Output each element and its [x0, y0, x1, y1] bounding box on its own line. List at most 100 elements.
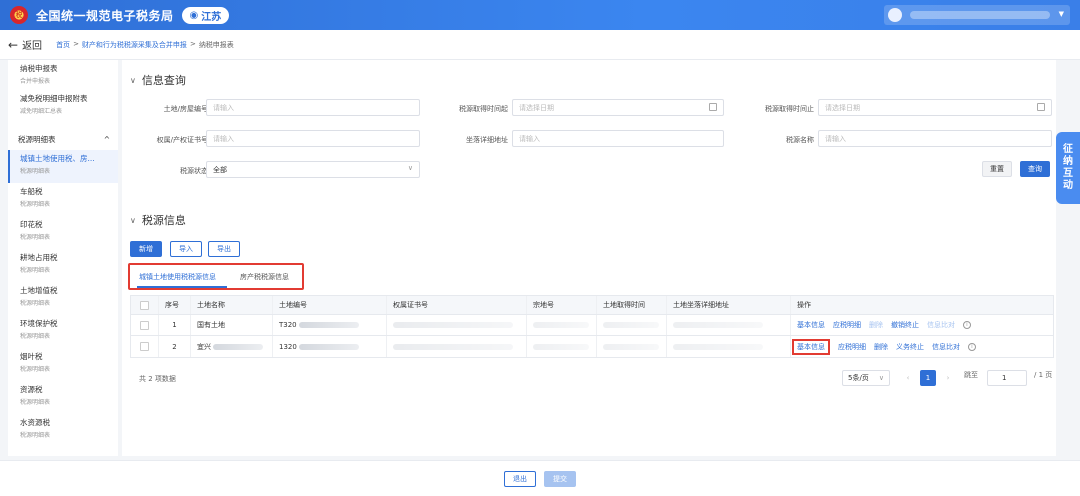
footer-bar: 退出 提交	[0, 460, 1080, 496]
sidebar-item-sub: 税源明细表	[20, 366, 51, 373]
breadcrumb-home[interactable]: 首页	[56, 40, 70, 50]
back-label: 返回	[22, 41, 43, 52]
acquire-start-label: 税源取得时间起	[459, 105, 508, 113]
info-compare-link[interactable]: 信息比对	[927, 320, 955, 330]
reset-button[interactable]: 重置	[982, 161, 1012, 177]
query-section-title[interactable]: ∨ 信息查询	[130, 72, 186, 88]
info-icon[interactable]: i	[968, 342, 976, 351]
col-address: 土地坐落详细地址	[667, 296, 791, 314]
cell-land-code: 1320	[273, 336, 387, 357]
import-button[interactable]: 导入	[170, 241, 202, 257]
sidebar-item-farmland-tax[interactable]: 耕地占用税 税源明细表	[8, 249, 118, 282]
cell-no: 1	[159, 315, 191, 335]
total-count: 共 2 项数据	[139, 375, 176, 383]
cert-no-label: 权属/产权证书号	[156, 136, 208, 144]
select-all-checkbox[interactable]	[140, 300, 149, 310]
cell-acquire-time	[597, 315, 667, 335]
export-button[interactable]: 导出	[208, 241, 240, 257]
basic-info-link[interactable]: 基本信息	[792, 338, 830, 355]
redacted-value	[673, 322, 763, 328]
source-name-input[interactable]: 请输入	[818, 130, 1052, 147]
chevron-down-icon: ∨	[130, 75, 136, 85]
obligation-termination-link[interactable]: 义务终止	[896, 342, 924, 352]
emblem-text: 税	[15, 11, 23, 19]
sidebar-item-water-tax[interactable]: 水资源税 税源明细表	[8, 414, 118, 447]
row-checkbox[interactable]	[140, 320, 149, 330]
sidebar-item-resource-tax[interactable]: 资源税 税源明细表	[8, 381, 118, 414]
chevron-down-icon: ∨	[878, 374, 884, 382]
sidebar-item-sub: 税源明细表	[20, 399, 51, 406]
cell-parcel-no	[527, 315, 597, 335]
delete-link[interactable]: 删除	[874, 342, 888, 352]
redacted-value	[213, 343, 263, 350]
tab-property-tax-source[interactable]: 房产税税源信息	[240, 272, 289, 282]
interaction-float-tab[interactable]: 征 纳 互 动	[1056, 132, 1080, 204]
land-name-text: 宜兴	[197, 342, 211, 351]
breadcrumb-bar: ← 返回 首页 > 财产和行为税税源采集及合并申报 > 纳税申报表	[0, 30, 1080, 60]
cell-ops: 基本信息 应税明细 删除 义务终止 信息比对 i	[791, 336, 1053, 357]
cell-address	[667, 315, 791, 335]
sidebar-item-label: 耕地占用税	[20, 253, 58, 262]
table-row: 1 国有土地 T320 基本信息 应税明细 删除 撤销终止 信息比对 i	[131, 315, 1053, 336]
user-menu[interactable]: ▼	[884, 5, 1070, 25]
sidebar-item-label: 环境保护税	[20, 319, 58, 328]
source-table: 序号 土地名称 土地编号 权属证书号 宗地号 土地取得时间 土地坐落详细地址 操…	[130, 295, 1054, 358]
cert-no-input[interactable]: 请输入	[206, 130, 420, 147]
region-label: 江苏	[201, 11, 222, 23]
status-label: 税源状态	[180, 167, 208, 175]
source-section-title[interactable]: ∨ 税源信息	[130, 212, 186, 228]
row-checkbox-cell	[131, 315, 159, 335]
acquire-end-date-picker[interactable]: 请选择日期	[818, 99, 1052, 116]
taxable-detail-link[interactable]: 应税明细	[833, 320, 861, 330]
land-code-input[interactable]: 请输入	[206, 99, 420, 116]
main-panel: ∨ 信息查询 土地/房屋编号 请输入 税源取得时间起 请选择日期 税源取得时间止…	[122, 60, 1056, 456]
sidebar-item-vehicle-tax[interactable]: 车船税 税源明细表	[8, 183, 118, 216]
revoke-termination-link[interactable]: 撤销终止	[891, 320, 919, 330]
back-button[interactable]: ← 返回	[8, 37, 43, 53]
float-tab-char: 动	[1063, 180, 1073, 191]
query-title: 信息查询	[141, 74, 186, 87]
acquire-end-label: 税源取得时间止	[765, 105, 814, 113]
tax-emblem-logo: 税	[10, 6, 28, 24]
status-select[interactable]: 全部 ∨	[206, 161, 420, 178]
page-1-button[interactable]: 1	[920, 370, 936, 386]
info-compare-link[interactable]: 信息比对	[932, 342, 960, 352]
sidebar-item-label: 土地增值税	[20, 286, 58, 295]
sidebar-item-stamp-tax[interactable]: 印花税 税源明细表	[8, 216, 118, 249]
location-pin-icon: ◉	[189, 9, 199, 21]
row-checkbox[interactable]	[140, 342, 149, 351]
jump-page-input[interactable]: 1	[987, 370, 1027, 386]
sidebar-item-tax-return[interactable]: 纳税申报表 合并申报表	[8, 60, 118, 90]
sidebar-item-relief-schedule[interactable]: 减免税明细申报附表 减免明细汇总表	[8, 90, 118, 128]
sidebar-item-label: 城镇土地使用税、房...	[20, 154, 95, 163]
taxable-detail-link[interactable]: 应税明细	[838, 342, 866, 352]
calendar-icon	[1037, 103, 1045, 111]
exit-button[interactable]: 退出	[504, 471, 536, 487]
breadcrumb-property-tax[interactable]: 财产和行为税税源采集及合并申报	[82, 40, 187, 50]
cell-ops: 基本信息 应税明细 删除 撤销终止 信息比对 i	[791, 315, 1053, 335]
info-icon[interactable]: i	[963, 321, 971, 329]
basic-info-link[interactable]: 基本信息	[797, 320, 825, 330]
delete-link[interactable]: 删除	[869, 320, 883, 330]
sidebar-group-source-details[interactable]: 税源明细表 ^	[8, 128, 118, 150]
cell-acquire-time	[597, 336, 667, 357]
search-button[interactable]: 查询	[1020, 161, 1050, 177]
redacted-value	[603, 343, 659, 350]
page-size-select[interactable]: 5条/页 ∨	[842, 370, 890, 386]
redacted-value	[298, 343, 359, 350]
sidebar-item-land-vat[interactable]: 土地增值税 税源明细表	[8, 282, 118, 315]
acquire-start-date-picker[interactable]: 请选择日期	[512, 99, 724, 116]
sidebar-item-tobacco-tax[interactable]: 烟叶税 税源明细表	[8, 348, 118, 381]
submit-button[interactable]: 提交	[544, 471, 576, 487]
address-input[interactable]: 请输入	[512, 130, 724, 147]
tab-land-use-tax-source[interactable]: 城镇土地使用税税源信息	[139, 272, 216, 282]
sidebar-item-env-tax[interactable]: 环境保护税 税源明细表	[8, 315, 118, 348]
col-cert-no: 权属证书号	[387, 296, 527, 314]
prev-page-button[interactable]: ‹	[900, 370, 916, 386]
sidebar-item-sub: 合并申报表	[20, 78, 51, 85]
sidebar-item-land-use-tax[interactable]: 城镇土地使用税、房... 税源明细表	[8, 150, 118, 183]
region-selector[interactable]: ◉ 江苏	[181, 6, 230, 24]
next-page-button[interactable]: ›	[940, 370, 956, 386]
float-tab-char: 纳	[1063, 156, 1073, 167]
add-button[interactable]: 新增	[130, 241, 162, 257]
